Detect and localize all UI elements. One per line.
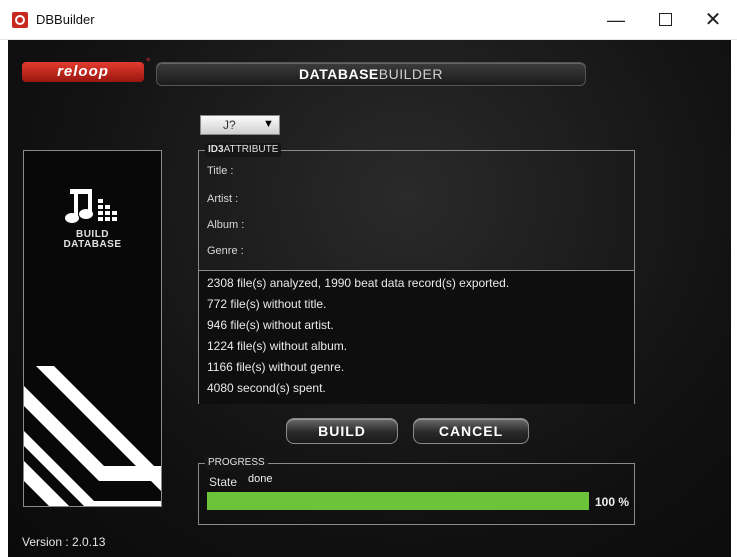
dropdown-arrow-icon: ▼ [263,118,274,130]
header-title-bold: DATABASE [299,66,379,82]
album-field-label: Album : [207,219,245,231]
id3-legend-bold: ID3 [208,144,224,155]
report-line: 1166 file(s) without genre. [207,360,345,374]
music-database-icon [65,189,117,223]
header-title-light: BUILDER [378,66,443,82]
id3-legend: ID3ATTRIBUTE [205,143,282,157]
maximize-button[interactable] [647,6,683,34]
logo-mark: ° [146,57,151,69]
window-title: DBBuilder [36,12,95,27]
language-select[interactable]: J? ▼ [200,115,280,135]
decorative-stripes [24,366,161,506]
title-field-label: Title : [207,165,234,177]
progress-bar [207,492,589,510]
reloop-logo: reloop [22,62,144,82]
cancel-button[interactable]: CANCEL [413,418,529,444]
state-label: State [209,475,238,489]
report-line: 772 file(s) without title. [207,297,327,311]
report-line: 2308 file(s) analyzed, 1990 beat data re… [207,276,510,290]
state-value: done [248,473,273,485]
build-button[interactable]: BUILD [286,418,398,444]
report-line: 4080 second(s) spent. [207,381,326,395]
left-panel: BUILD DATABASE [23,150,162,507]
window-titlebar: DBBuilder — ✕ [0,0,737,40]
app-header-title: DATABASEBUILDER [156,62,586,86]
progress-group: PROGRESS State done 100 % [198,456,635,525]
id3-legend-rest: ATTRIBUTE [223,144,279,155]
maximize-icon [658,13,672,27]
id3-attribute-group: ID3ATTRIBUTE Title : Artist : Album : Ge… [198,143,635,404]
language-select-value: J? [223,118,236,132]
progress-percent: 100 % [595,495,630,509]
artist-field-label: Artist : [207,193,239,205]
report-line: 1224 file(s) without album. [207,339,348,353]
progress-legend: PROGRESS [205,456,268,470]
build-report-log: 2308 file(s) analyzed, 1990 beat data re… [199,270,634,404]
report-line: 946 file(s) without artist. [207,318,334,332]
version-label: Version : 2.0.13 [22,535,106,549]
progress-bar-fill [207,492,589,510]
minimize-button[interactable]: — [598,6,634,34]
build-database-label: BUILD DATABASE [24,230,161,250]
app-client-area: reloop ° DATABASEBUILDER BUILD DATABASE … [8,40,731,557]
genre-field-label: Genre : [207,245,244,257]
build-label-line2: DATABASE [63,239,122,250]
app-icon [12,12,28,28]
close-button[interactable]: ✕ [695,6,731,34]
